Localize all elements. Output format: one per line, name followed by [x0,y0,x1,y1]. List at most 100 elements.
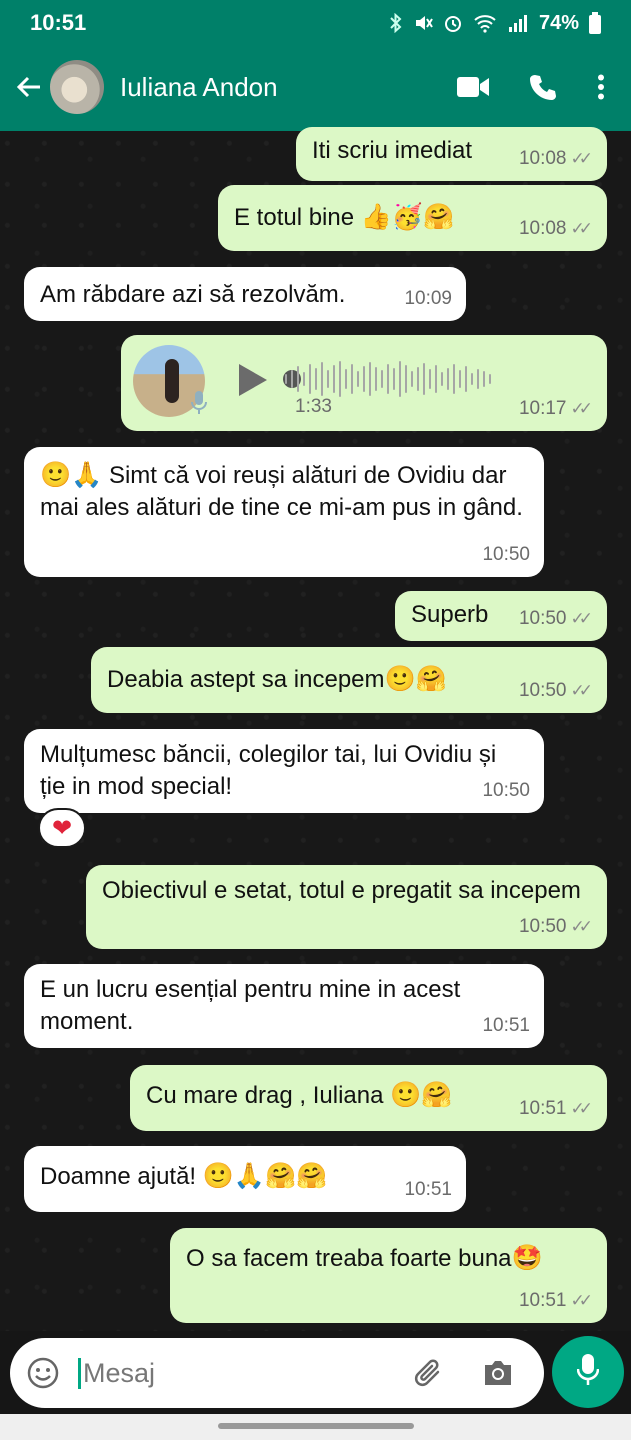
back-arrow-icon[interactable] [6,64,52,110]
message-text: Am răbdare azi să rezolvăm. [40,281,346,308]
message-bubble-outgoing[interactable]: Cu mare drag , Iuliana 🙂🤗 10:51 ✓✓ [130,1065,607,1131]
waveform-bar [405,365,407,393]
double-check-icon: ✓✓ [570,1291,593,1310]
emoji-icon[interactable] [26,1356,64,1390]
double-check-icon: ✓✓ [570,149,593,168]
waveform-bar [387,364,389,394]
message-text: Mulțumesc băncii, colegilor tai, lui Ovi… [40,741,497,800]
waveform-bar [417,367,419,391]
message-text: Doamne ajută! [40,1163,197,1190]
play-icon[interactable] [237,363,269,406]
voice-duration: 1:33 [295,396,332,417]
waveform-bar [291,370,293,388]
home-gesture-handle[interactable] [218,1423,414,1429]
contact-avatar[interactable] [50,60,104,114]
message-bubble-outgoing[interactable]: Iti scriu imediat 10:08 ✓✓ [296,127,607,181]
message-bubble-incoming[interactable]: Am răbdare azi să rezolvăm. 10:09 [24,267,466,321]
message-time: 10:50 [518,680,567,701]
waveform-bar [441,372,443,386]
waveform-bar [489,374,491,384]
message-bubble-outgoing[interactable]: E totul bine 👍🥳🤗 10:08 ✓✓ [218,185,607,251]
signal-icon [507,13,529,33]
status-time: 10:51 [30,10,87,35]
waveform-bar [465,366,467,392]
waveform-bar [393,368,395,390]
heart-icon: ❤ [51,814,73,842]
waveform-bar [483,371,485,387]
phone-icon[interactable] [529,73,557,101]
heart-reaction[interactable]: ❤ [38,808,86,848]
message-bubble-incoming[interactable]: Doamne ajută! 🙂🙏🤗🤗 10:51 [24,1146,466,1212]
waveform-bar [423,363,425,395]
emoji-sequence: 🙂🙏🤗🤗 [202,1162,328,1190]
message-time: 10:50 [518,916,567,937]
emoji-sequence: 🙂🙏 [40,461,103,489]
message-text: Deabia astept sa incepem [107,666,385,693]
waveform-bar [459,370,461,388]
message-text: E un lucru esențial pentru mine in acest… [40,976,461,1035]
double-check-icon: ✓✓ [570,917,593,936]
message-bubble-incoming[interactable]: 🙂🙏 Simt că voi reuși alături de Ovidiu d… [24,447,544,577]
message-text: Iti scriu imediat [312,137,473,164]
message-time: 10:51 [404,1179,452,1200]
message-text: Obiectivul e setat, totul e pregatit sa … [102,877,581,904]
more-vert-icon[interactable] [597,74,605,100]
mic-icon [576,1353,600,1391]
voice-record-button[interactable] [552,1336,624,1408]
waveform-bar [399,361,401,397]
double-check-icon: ✓✓ [570,399,593,418]
message-time: 10:09 [404,288,452,309]
video-call-icon[interactable] [457,76,489,98]
waveform-bar [285,374,287,384]
app-header: 10:51 74% Iuliana Andon [0,0,631,131]
waveform-bar [297,366,299,392]
alarm-icon [443,13,463,33]
message-bubble-incoming[interactable]: Mulțumesc băncii, colegilor tai, lui Ovi… [24,729,544,813]
message-time: 10:50 [518,608,567,629]
message-bubble-outgoing[interactable]: Deabia astept sa incepem🙂🤗 10:50 ✓✓ [91,647,607,713]
mute-icon [413,13,433,33]
double-check-icon: ✓✓ [570,1099,593,1118]
waveform-bar [309,364,311,394]
message-bubble-outgoing[interactable]: Superb 10:50 ✓✓ [395,591,607,641]
message-time: 10:51 [518,1098,567,1119]
waveform-bar [345,369,347,389]
waveform-bar [351,364,353,394]
mic-icon [191,391,207,424]
waveform-bar [429,369,431,389]
message-composer [10,1338,544,1408]
waveform-bar [303,372,305,386]
waveform-bar [435,365,437,393]
waveform-bar [381,370,383,388]
status-icons: 74% [389,12,601,35]
waveform-bar [447,368,449,390]
double-check-icon: ✓✓ [570,219,593,238]
message-time: 10:17 [518,398,567,419]
message-text: Cu mare drag , Iuliana [146,1082,384,1109]
message-bubble-incoming[interactable]: E un lucru esențial pentru mine in acest… [24,964,544,1048]
attach-icon[interactable] [412,1356,446,1390]
message-time: 10:51 [482,1015,530,1036]
voice-message-bubble[interactable]: 1:33 10:17 ✓✓ [121,335,607,431]
status-bar: 10:51 74% [0,0,631,46]
system-nav-bar [0,1414,631,1440]
message-input[interactable] [78,1357,398,1389]
chat-area[interactable]: Iti scriu imediat 10:08 ✓✓ E totul bine 👍… [0,127,631,1331]
waveform-bar [357,371,359,387]
wifi-icon [473,13,497,33]
message-bubble-outgoing[interactable]: O sa facem treaba foarte buna🤩 10:51 ✓✓ [170,1228,607,1323]
waveform-bar [477,369,479,389]
double-check-icon: ✓✓ [570,609,593,628]
message-bubble-outgoing[interactable]: Obiectivul e setat, totul e pregatit sa … [86,865,607,949]
emoji-sequence: 🤩 [511,1244,543,1272]
double-check-icon: ✓✓ [570,681,593,700]
contact-name[interactable]: Iuliana Andon [120,72,457,103]
bluetooth-icon [389,13,403,33]
battery-icon [589,12,601,34]
message-time: 10:08 [518,218,567,239]
waveform-bar [327,370,329,388]
camera-icon[interactable] [482,1359,514,1387]
message-time: 10:51 [518,1290,567,1311]
message-time: 10:50 [482,780,530,801]
message-text: O sa facem treaba foarte buna [186,1245,512,1272]
